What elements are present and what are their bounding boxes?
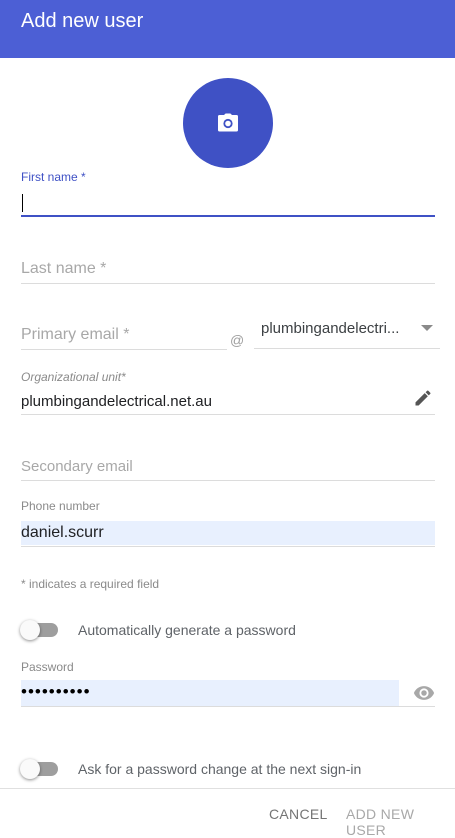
first-name-underline — [21, 215, 435, 217]
domain-select[interactable]: plumbingandelectri... — [254, 313, 440, 349]
show-password-eye-icon[interactable] — [413, 684, 435, 702]
primary-email-placeholder: Primary email * — [21, 326, 130, 343]
at-sign: @ — [230, 332, 245, 348]
dropdown-arrow-icon — [421, 325, 433, 331]
auto-password-toggle-knob — [20, 620, 40, 640]
dialog-header: Add new user — [0, 0, 455, 58]
edit-pencil-icon[interactable] — [413, 388, 433, 408]
phone-number-underline — [21, 546, 435, 547]
last-name-underline — [21, 283, 435, 284]
required-field-note: * indicates a required field — [21, 577, 160, 591]
dialog-title: Add new user — [21, 10, 144, 32]
cancel-button[interactable]: CANCEL — [269, 806, 328, 822]
change-password-toggle-knob — [20, 759, 40, 779]
last-name-field[interactable]: Last name * — [21, 254, 435, 286]
text-cursor — [22, 194, 23, 212]
phone-number-value: daniel.scurr — [21, 524, 104, 541]
camera-icon — [218, 113, 238, 132]
change-password-label: Ask for a password change at the next si… — [78, 761, 362, 777]
auto-password-label: Automatically generate a password — [78, 622, 296, 638]
primary-email-underline — [21, 349, 227, 350]
password-field[interactable]: Password •••••••••• — [21, 658, 435, 708]
password-value: •••••••••• — [21, 682, 91, 701]
org-unit-label: Organizational unit* — [21, 370, 126, 384]
auto-password-toggle[interactable]: Automatically generate a password — [20, 618, 320, 642]
org-unit-underline — [21, 414, 435, 415]
secondary-email-field[interactable]: Secondary email — [21, 452, 435, 484]
phone-number-label: Phone number — [21, 499, 100, 513]
domain-select-value: plumbingandelectri... — [261, 320, 400, 337]
upload-photo-button[interactable] — [183, 78, 273, 168]
org-unit-field[interactable]: Organizational unit* plumbingandelectric… — [21, 368, 435, 416]
password-label: Password — [21, 660, 74, 674]
last-name-placeholder: Last name * — [21, 260, 107, 277]
phone-number-field[interactable]: Phone number daniel.scurr — [21, 497, 435, 549]
change-password-toggle[interactable]: Ask for a password change at the next si… — [20, 757, 440, 781]
org-unit-value: plumbingandelectrical.net.au — [21, 393, 212, 410]
add-new-user-button[interactable]: ADD NEW USER — [346, 806, 455, 838]
first-name-field[interactable]: First name * — [21, 168, 435, 220]
first-name-label: First name * — [21, 170, 86, 184]
password-underline — [21, 706, 435, 707]
domain-select-underline — [254, 348, 440, 349]
primary-email-field[interactable]: Primary email * — [21, 318, 227, 352]
secondary-email-placeholder: Secondary email — [21, 458, 133, 475]
footer-divider — [0, 788, 455, 789]
secondary-email-underline — [21, 480, 435, 481]
